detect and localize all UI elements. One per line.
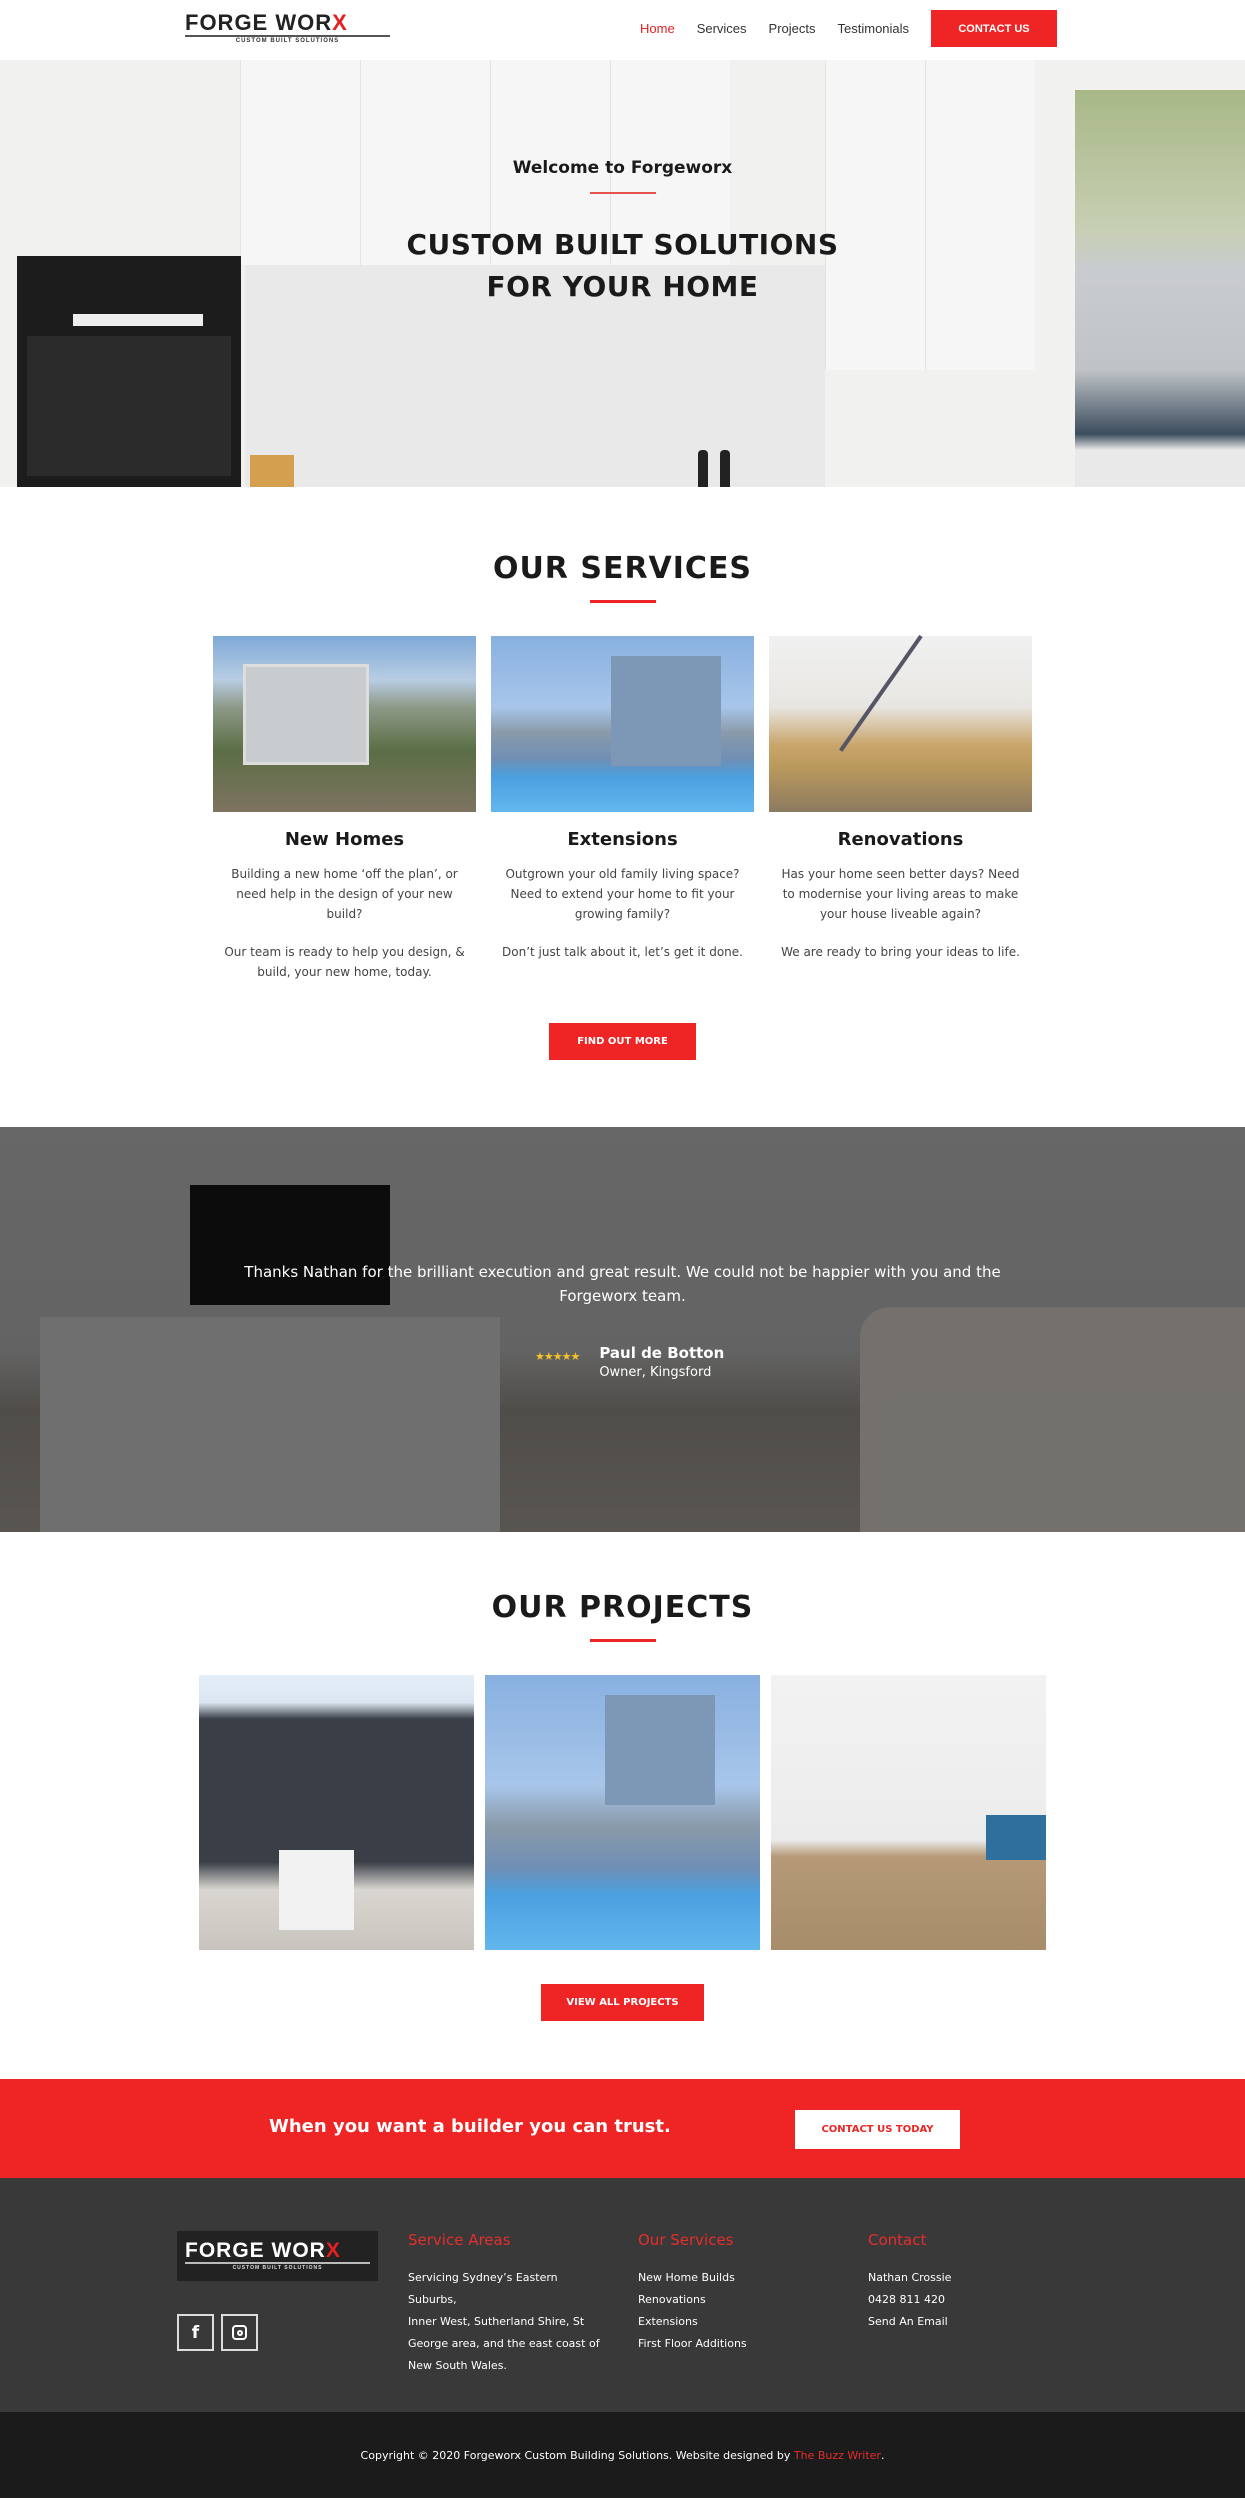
logo-tagline: CUSTOM BUILT SOLUTIONS	[235, 38, 340, 44]
hero-divider	[589, 192, 656, 194]
footer-link-new-home-builds[interactable]: New Home Builds	[638, 2267, 838, 2289]
service-areas-heading: Service Areas	[408, 2231, 511, 2249]
services-divider	[589, 600, 656, 603]
service-areas-line: New South Wales.	[408, 2359, 507, 2372]
footer-link-extensions[interactable]: Extensions	[638, 2311, 838, 2333]
hero-bg-knife-block	[250, 455, 294, 487]
testimonial-quote: Thanks Nathan for the brilliant executio…	[244, 1263, 1001, 1305]
main-nav: Home Services Projects Testimonials	[640, 21, 931, 36]
project-image-kitchen[interactable]	[771, 1675, 1046, 1950]
service-description: Our team is ready to help you design, & …	[224, 945, 465, 979]
facebook-button[interactable]: f	[177, 2314, 214, 2351]
logo-rule	[185, 35, 390, 37]
contact-us-today-button[interactable]: CONTACT US TODAY	[795, 2110, 960, 2149]
service-card-extensions: Extensions Outgrown your old family livi…	[491, 636, 754, 982]
projects-section: OUR PROJECTS VIEW ALL PROJECTS	[0, 1532, 1245, 2079]
project-image-pool[interactable]	[485, 1675, 760, 1950]
contact-phone[interactable]: 0428 811 420	[868, 2289, 1068, 2311]
author-info: Paul de Botton Owner, Kingsford	[599, 1344, 724, 1380]
services-title: OUR SERVICES	[492, 551, 753, 586]
hero-headline-line1: CUSTOM BUILT SOLUTIONS	[406, 228, 839, 261]
copyright-end: .	[880, 2448, 885, 2462]
contact-name: Nathan Crossie	[868, 2271, 952, 2284]
our-services-links: New Home Builds Renovations Extensions F…	[638, 2267, 838, 2355]
instagram-button[interactable]	[221, 2314, 258, 2351]
services-grid: New Homes Building a new home ‘off the p…	[0, 636, 1245, 982]
nav-home[interactable]: Home	[640, 21, 675, 36]
service-title: Extensions	[567, 829, 678, 850]
footer-logo-wordmark: FORGE WORX	[185, 2239, 341, 2262]
contact-us-button[interactable]: CONTACT US	[931, 10, 1057, 47]
copyright-text: Copyright © 2020 Forgeworx Custom Buildi…	[360, 2448, 791, 2462]
logo-wordmark: FORGE WORX	[185, 10, 348, 35]
social-links: f	[177, 2314, 258, 2351]
service-description: We are ready to bring your ideas to life…	[781, 945, 1020, 959]
designer-link[interactable]: The Buzz Writer	[794, 2449, 881, 2462]
footer-link-first-floor-additions[interactable]: First Floor Additions	[638, 2333, 838, 2355]
service-description: Has your home seen better days? Need to …	[781, 867, 1020, 921]
footer-contact: Contact Nathan Crossie 0428 811 420 Send…	[868, 2231, 1068, 2333]
service-areas-line: Servicing Sydney’s Eastern Suburbs,	[408, 2271, 558, 2306]
nav-projects[interactable]: Projects	[769, 21, 816, 36]
projects-divider	[589, 1639, 656, 1642]
contact-details: Nathan Crossie 0428 811 420 Send An Emai…	[868, 2267, 1068, 2333]
hero-headline: CUSTOM BUILT SOLUTIONS FOR YOUR HOME	[0, 224, 1245, 308]
new-home-image	[213, 636, 476, 812]
project-image-dark-house[interactable]	[199, 1675, 474, 1950]
contact-heading: Contact	[868, 2231, 927, 2249]
nav-services[interactable]: Services	[697, 21, 747, 36]
renovation-image	[769, 636, 1032, 812]
footer-logo-rule	[185, 2262, 370, 2264]
copyright-bar: Copyright © 2020 Forgeworx Custom Buildi…	[0, 2412, 1245, 2498]
footer-logo[interactable]: FORGE WORX CUSTOM BUILT SOLUTIONS	[177, 2231, 378, 2281]
star-rating-icon: ★★★★★	[535, 1350, 580, 1363]
author-name: Paul de Botton	[599, 1344, 725, 1362]
service-card-renovations: Renovations Has your home seen better da…	[769, 636, 1032, 982]
testimonial-overlay	[0, 1127, 1245, 1532]
hero-bg-pepper-mill	[698, 450, 708, 487]
instagram-icon	[232, 2325, 247, 2340]
service-description: Building a new home ‘off the plan’, or n…	[231, 867, 458, 921]
service-areas-line: Inner West, Sutherland Shire, St	[408, 2315, 585, 2328]
hero-bg-pepper-mill	[720, 450, 730, 487]
facebook-icon: f	[191, 2322, 200, 2343]
our-services-heading: Our Services	[638, 2231, 734, 2249]
hero-content: Welcome to Forgeworx CUSTOM BUILT SOLUTI…	[0, 158, 1245, 308]
service-card-new-homes: New Homes Building a new home ‘off the p…	[213, 636, 476, 982]
service-title: New Homes	[284, 829, 405, 850]
testimonial-section: Thanks Nathan for the brilliant executio…	[0, 1127, 1245, 1532]
service-description: Don’t just talk about it, let’s get it d…	[502, 945, 743, 959]
hero-welcome: Welcome to Forgeworx	[512, 158, 733, 178]
service-areas-text: Servicing Sydney’s Eastern Suburbs, Inne…	[408, 2267, 608, 2377]
site-header: FORGE WORX CUSTOM BUILT SOLUTIONS Home S…	[0, 0, 1245, 60]
service-areas-line: George area, and the east coast of	[408, 2337, 600, 2350]
services-section: OUR SERVICES New Homes Building a new ho…	[0, 487, 1245, 1127]
find-out-more-button[interactable]: FIND OUT MORE	[549, 1023, 696, 1060]
hero-headline-line2: FOR YOUR HOME	[486, 270, 759, 303]
cta-banner: When you want a builder you can trust. C…	[0, 2079, 1245, 2178]
projects-grid	[0, 1675, 1245, 1950]
footer-service-areas: Service Areas Servicing Sydney’s Eastern…	[408, 2231, 608, 2377]
footer-our-services: Our Services New Home Builds Renovations…	[638, 2231, 838, 2355]
footer-logo-tagline: CUSTOM BUILT SOLUTIONS	[232, 2265, 323, 2271]
projects-title: OUR PROJECTS	[491, 1590, 754, 1625]
service-title: Renovations	[837, 829, 964, 850]
send-email-link[interactable]: Send An Email	[868, 2311, 1068, 2333]
logo[interactable]: FORGE WORX CUSTOM BUILT SOLUTIONS	[185, 12, 390, 44]
author-role: Owner, Kingsford	[599, 1365, 712, 1380]
footer-link-renovations[interactable]: Renovations	[638, 2289, 838, 2311]
nav-testimonials[interactable]: Testimonials	[838, 21, 910, 36]
cta-text: When you want a builder you can trust.	[269, 2116, 671, 2137]
hero-banner: Welcome to Forgeworx CUSTOM BUILT SOLUTI…	[0, 60, 1245, 487]
service-description: Outgrown your old family living space? N…	[505, 867, 740, 921]
site-footer: FORGE WORX CUSTOM BUILT SOLUTIONS f Serv…	[0, 2178, 1245, 2412]
extension-image	[491, 636, 754, 812]
testimonial-author: ★★★★★ Paul de Botton Owner, Kingsford	[535, 1344, 724, 1380]
view-all-projects-button[interactable]: VIEW ALL PROJECTS	[541, 1984, 704, 2021]
